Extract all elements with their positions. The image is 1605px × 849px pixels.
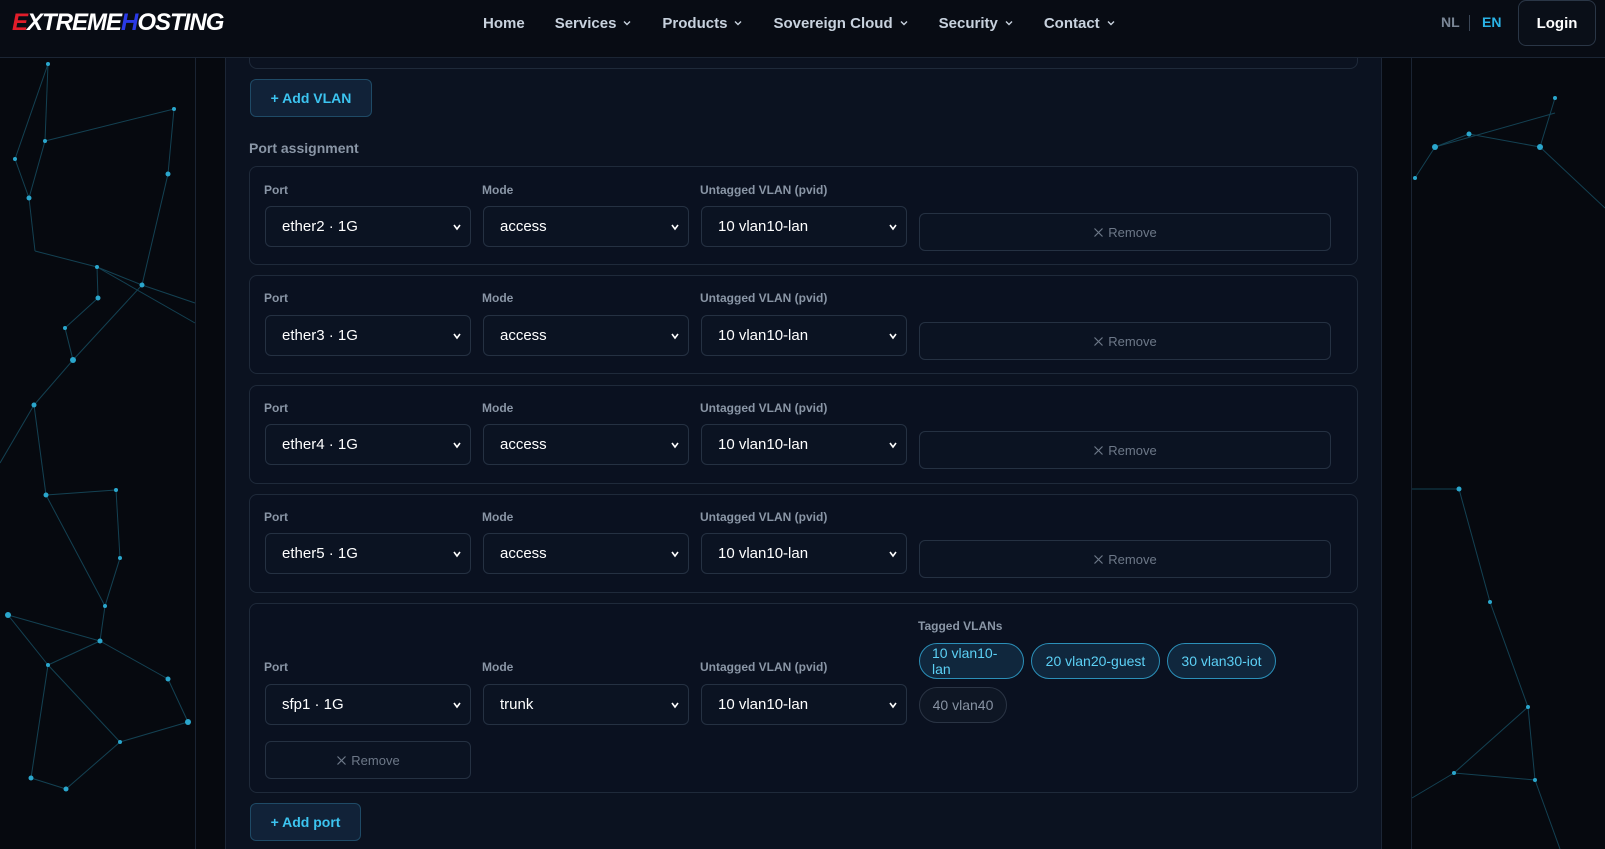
nav-services[interactable]: Services <box>555 15 633 32</box>
lang-nl-link[interactable]: NL <box>1441 14 1460 30</box>
mode-label: Mode <box>482 510 514 524</box>
chevron-down-icon <box>453 702 461 709</box>
port-assignment-heading: Port assignment <box>249 140 359 156</box>
port-row: Port Mode Untagged VLAN (pvid) ether3 · … <box>249 275 1358 374</box>
chevron-down-icon <box>453 224 461 231</box>
chevron-down-icon <box>889 551 897 558</box>
port-label: Port <box>264 660 288 674</box>
port-label: Port <box>264 291 288 305</box>
port-select[interactable]: ether3 · 1G <box>265 315 471 356</box>
port-row: Port Mode Untagged VLAN (pvid) Tagged VL… <box>249 603 1358 793</box>
chevron-down-icon <box>453 442 461 449</box>
pvid-label: Untagged VLAN (pvid) <box>700 510 828 524</box>
add-vlan-button[interactable]: + Add VLAN <box>250 79 372 117</box>
nav-security[interactable]: Security <box>939 15 1014 32</box>
remove-port-button[interactable]: Remove <box>919 322 1331 360</box>
remove-port-button[interactable]: Remove <box>919 431 1331 469</box>
mode-select[interactable]: trunk <box>483 684 689 725</box>
tagged-vlans-label: Tagged VLANs <box>918 619 1003 633</box>
pvid-label: Untagged VLAN (pvid) <box>700 183 828 197</box>
mode-label: Mode <box>482 660 514 674</box>
mode-label: Mode <box>482 183 514 197</box>
chevron-down-icon <box>1107 21 1115 26</box>
main-nav: Home Services Products Sovereign Cloud S… <box>483 0 1146 46</box>
chevron-down-icon <box>900 21 908 26</box>
pvid-select[interactable]: 10 vlan10-lan <box>701 315 907 356</box>
nav-home[interactable]: Home <box>483 15 525 32</box>
close-icon <box>1094 445 1104 455</box>
mode-select[interactable]: access <box>483 206 689 247</box>
remove-port-button[interactable]: Remove <box>919 540 1331 578</box>
right-rail-divider <box>1411 58 1412 849</box>
chevron-down-icon <box>453 551 461 558</box>
chevron-down-icon <box>1005 21 1013 26</box>
port-label: Port <box>264 510 288 524</box>
tagged-vlan-chip[interactable]: 40 vlan40 <box>919 687 1007 723</box>
chevron-down-icon <box>734 21 742 26</box>
nav-products[interactable]: Products <box>662 15 743 32</box>
port-row: Port Mode Untagged VLAN (pvid) ether2 · … <box>249 166 1358 265</box>
pvid-label: Untagged VLAN (pvid) <box>700 291 828 305</box>
chevron-down-icon <box>671 551 679 558</box>
chevron-down-icon <box>889 442 897 449</box>
remove-port-button[interactable]: Remove <box>265 741 471 779</box>
pvid-select[interactable]: 10 vlan10-lan <box>701 206 907 247</box>
close-icon <box>1094 554 1104 564</box>
port-select[interactable]: ether4 · 1G <box>265 424 471 465</box>
chevron-down-icon <box>889 702 897 709</box>
tagged-vlan-chip[interactable]: 30 vlan30-iot <box>1167 643 1276 679</box>
chevron-down-icon <box>453 333 461 340</box>
port-select[interactable]: sfp1 · 1G <box>265 684 471 725</box>
pvid-select[interactable]: 10 vlan10-lan <box>701 424 907 465</box>
pvid-label: Untagged VLAN (pvid) <box>700 660 828 674</box>
login-button[interactable]: Login <box>1518 0 1596 46</box>
port-select[interactable]: ether5 · 1G <box>265 533 471 574</box>
lang-divider <box>1469 15 1470 31</box>
port-label: Port <box>264 183 288 197</box>
left-rail-divider <box>195 58 196 849</box>
chevron-down-icon <box>671 224 679 231</box>
remove-port-button[interactable]: Remove <box>919 213 1331 251</box>
pvid-label: Untagged VLAN (pvid) <box>700 401 828 415</box>
port-label: Port <box>264 401 288 415</box>
port-row: Port Mode Untagged VLAN (pvid) ether5 · … <box>249 494 1358 593</box>
vlan-card-edge <box>249 58 1358 69</box>
close-icon <box>337 755 347 765</box>
site-logo[interactable]: E X TREME H OSTING <box>12 8 224 38</box>
pvid-select[interactable]: 10 vlan10-lan <box>701 684 907 725</box>
mode-select[interactable]: access <box>483 315 689 356</box>
chevron-down-icon <box>671 442 679 449</box>
chevron-down-icon <box>889 224 897 231</box>
add-port-button[interactable]: + Add port <box>250 803 361 841</box>
chevron-down-icon <box>671 702 679 709</box>
mode-label: Mode <box>482 291 514 305</box>
close-icon <box>1094 336 1104 346</box>
mode-label: Mode <box>482 401 514 415</box>
lang-en-link[interactable]: EN <box>1482 14 1501 30</box>
chevron-down-icon <box>889 333 897 340</box>
tagged-vlan-chip[interactable]: 20 vlan20-guest <box>1031 643 1160 679</box>
mode-select[interactable]: access <box>483 424 689 465</box>
chevron-down-icon <box>671 333 679 340</box>
top-navbar: E X TREME H OSTING Home Services Products So… <box>0 0 1605 58</box>
close-icon <box>1094 227 1104 237</box>
nav-contact[interactable]: Contact <box>1044 15 1116 32</box>
chevron-down-icon <box>623 21 631 26</box>
port-select[interactable]: ether2 · 1G <box>265 206 471 247</box>
pvid-select[interactable]: 10 vlan10-lan <box>701 533 907 574</box>
mode-select[interactable]: access <box>483 533 689 574</box>
port-row: Port Mode Untagged VLAN (pvid) ether4 · … <box>249 385 1358 484</box>
tagged-vlan-chip[interactable]: 10 vlan10-lan <box>919 643 1024 679</box>
nav-sovereign-cloud[interactable]: Sovereign Cloud <box>773 15 908 32</box>
